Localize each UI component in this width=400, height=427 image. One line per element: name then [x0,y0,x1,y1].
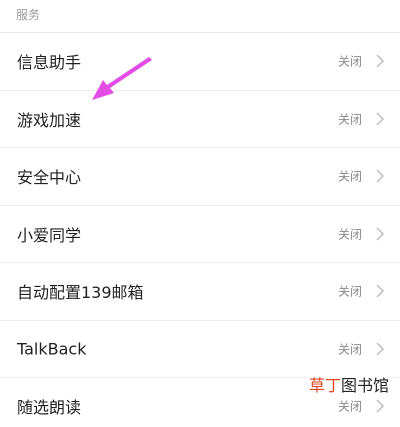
item-label: 安全中心 [17,168,82,188]
chevron-right-icon [376,284,385,298]
item-label: 小爱同学 [17,225,82,245]
item-label: 随选朗读 [17,398,82,418]
annotation-arrow-icon [92,57,152,100]
list-item-talkback[interactable]: TalkBack 关闭 [0,319,400,378]
list-item-security-center[interactable]: 安全中心 关闭 [0,147,400,205]
list-item-xiaoai[interactable]: 小爱同学 关闭 [0,204,400,263]
item-label: 信息助手 [17,53,82,73]
list-item-game-boost[interactable]: 游戏加速 关闭 [0,89,400,148]
list-item-info-assistant[interactable]: 信息助手 关闭 [0,32,400,90]
item-status: 关闭 [337,169,362,184]
item-label: 自动配置139邮箱 [17,283,144,303]
chevron-right-icon [376,342,385,356]
chevron-right-icon [376,54,385,68]
item-status: 关闭 [337,227,362,242]
item-status: 关闭 [337,342,362,357]
services-list: 信息助手 关闭 游戏加速 关闭 安全中心 关闭 小爱同学 关闭 自动配置139邮… [0,32,400,427]
item-status: 关闭 [337,284,362,299]
item-label: TalkBack [17,339,87,359]
settings-page: 服务 信息助手 关闭 游戏加速 关闭 安全中心 关闭 小爱同学 关闭 自动配置1… [0,0,400,427]
list-item-auto-config-139-mail[interactable]: 自动配置139邮箱 关闭 [0,262,400,320]
chevron-right-icon [376,112,385,126]
item-status: 关闭 [337,112,362,127]
item-status: 关闭 [337,399,362,414]
watermark-text-part1: 草丁 [308,376,341,395]
watermark-text-part2: 图书馆 [340,376,389,395]
watermark: 草丁 图书馆 [305,371,392,397]
item-status: 关闭 [337,54,362,69]
item-label: 游戏加速 [17,110,82,130]
chevron-right-icon [376,169,385,183]
section-header-services: 服务 [16,8,41,22]
chevron-right-icon [376,227,385,241]
chevron-right-icon [376,399,385,413]
